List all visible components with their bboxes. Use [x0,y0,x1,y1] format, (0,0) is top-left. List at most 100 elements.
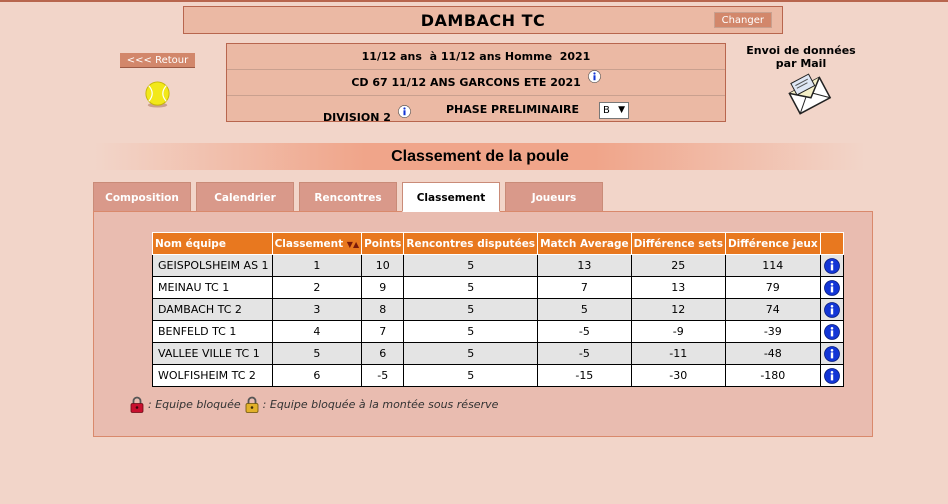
team-info-icon[interactable] [823,279,840,296]
col-header-details [819,232,844,255]
cell-diff-sets: -9 [630,320,726,343]
team-info-icon[interactable] [823,257,840,274]
club-name: DAMBACH TC [420,11,546,30]
cell-match-avg: -5 [537,342,632,365]
cell-points: 10 [361,254,405,277]
mail-export-label[interactable]: Envoi de données par Mail [746,44,856,70]
section-banner: Classement de la poule [95,143,865,170]
cell-rank: 5 [271,342,363,365]
table-row: DAMBACH TC 2 3 8 5 5 12 74 [152,298,844,321]
tab-classement[interactable]: Classement [402,182,500,212]
envelope-icon[interactable] [788,72,832,118]
cell-details [819,298,844,321]
cell-points: -5 [361,364,405,387]
cell-diff-sets: 12 [630,298,726,321]
tab-calendrier[interactable]: Calendrier [196,182,294,212]
yellow-lock-icon [245,396,259,413]
age-category-row: 11/12 ans à 11/12 ans Homme 2021 [227,44,725,70]
cell-rank: 6 [271,364,363,387]
cell-played: 5 [403,342,539,365]
cell-played: 5 [403,276,539,299]
cell-points: 7 [361,320,405,343]
team-info-icon[interactable] [823,345,840,362]
cell-played: 5 [403,254,539,277]
table-row: MEINAU TC 1 2 9 5 7 13 79 [152,276,844,299]
cell-diff-games: 79 [724,276,821,299]
table-row: WOLFISHEIM TC 2 6 -5 5 -15 -30 -180 [152,364,844,387]
red-lock-icon [130,396,144,413]
cell-team: GEISPOLSHEIM AS 1 [152,254,273,277]
cell-details [819,320,844,343]
table-header-row: Nom équipe Classement ▼▲ Points Rencontr… [152,232,844,255]
cell-played: 5 [403,320,539,343]
top-border [0,0,948,2]
col-header-team[interactable]: Nom équipe [152,232,273,255]
cell-details [819,254,844,277]
cell-details [819,276,844,299]
division-row: DIVISION 2 PHASE PRELIMINAIRE B ▼ [227,96,725,125]
sort-icon[interactable]: ▼▲ [347,240,359,249]
cell-match-avg: 5 [537,298,632,321]
cell-details [819,342,844,365]
division-info-icon[interactable] [397,105,411,118]
standings-table: Nom équipe Classement ▼▲ Points Rencontr… [152,232,844,387]
section-title: Classement de la poule [391,148,569,165]
division-text: DIVISION 2 [323,111,391,124]
cell-diff-games: 74 [724,298,821,321]
competition-info-panel: 11/12 ans à 11/12 ans Homme 2021 CD 67 1… [226,43,726,125]
cell-diff-sets: 13 [630,276,726,299]
competition-name: CD 67 11/12 ANS GARCONS ETE 2021 [351,76,581,89]
team-info-icon[interactable] [823,367,840,384]
col-header-diff-sets[interactable]: Différence sets [630,232,726,255]
group-select[interactable]: B ▼ [599,102,629,119]
cell-rank: 2 [271,276,363,299]
competition-row: CD 67 11/12 ANS GARCONS ETE 2021 [227,70,725,96]
cell-match-avg: -5 [537,320,632,343]
team-info-icon[interactable] [823,301,840,318]
group-selected-value: B [603,105,610,116]
cell-diff-games: -39 [724,320,821,343]
team-info-icon[interactable] [823,323,840,340]
table-row: BENFELD TC 1 4 7 5 -5 -9 -39 [152,320,844,343]
back-button[interactable]: <<< Retour [120,53,195,68]
info-icon[interactable] [587,70,601,83]
phase-label: PHASE PRELIMINAIRE [446,103,580,116]
cell-played: 5 [403,298,539,321]
cell-diff-sets: -30 [630,364,726,387]
col-header-rank[interactable]: Classement ▼▲ [271,232,363,255]
table-row: GEISPOLSHEIM AS 1 1 10 5 13 25 114 [152,254,844,277]
cell-team: MEINAU TC 1 [152,276,273,299]
cell-points: 6 [361,342,405,365]
tab-composition[interactable]: Composition [93,182,191,212]
division-label: DIVISION 2 [323,105,411,125]
cell-diff-sets: 25 [630,254,726,277]
club-header: DAMBACH TC Changer [183,6,783,34]
change-club-button[interactable]: Changer [713,12,772,28]
cell-diff-games: -48 [724,342,821,365]
legend-blocked-promotion-text: : Equipe bloquée à la montée sous réserv… [262,398,499,411]
tab-joueurs[interactable]: Joueurs [505,182,603,212]
cell-diff-sets: -11 [630,342,726,365]
chevron-down-icon: ▼ [618,105,625,115]
cell-diff-games: -180 [724,364,821,387]
col-header-points[interactable]: Points [361,232,405,255]
col-header-played[interactable]: Rencontres disputées [403,232,539,255]
cell-team: BENFELD TC 1 [152,320,273,343]
col-header-match-average[interactable]: Match Average [537,232,632,255]
cell-rank: 4 [271,320,363,343]
legend-blocked-text: : Equipe bloquée [148,398,241,411]
tab-rencontres[interactable]: Rencontres [299,182,397,212]
cell-match-avg: 7 [537,276,632,299]
cell-points: 8 [361,298,405,321]
age-category-text: 11/12 ans à 11/12 ans Homme 2021 [361,50,591,63]
cell-rank: 1 [271,254,363,277]
cell-rank: 3 [271,298,363,321]
tennis-ball-icon [145,81,170,108]
cell-details [819,364,844,387]
legend: : Equipe bloquée : Equipe bloquée à la m… [130,396,502,413]
col-header-diff-games[interactable]: Différence jeux [724,232,821,255]
cell-diff-games: 114 [724,254,821,277]
cell-team: VALLEE VILLE TC 1 [152,342,273,365]
col-header-rank-label: Classement [274,237,344,250]
cell-match-avg: -15 [537,364,632,387]
